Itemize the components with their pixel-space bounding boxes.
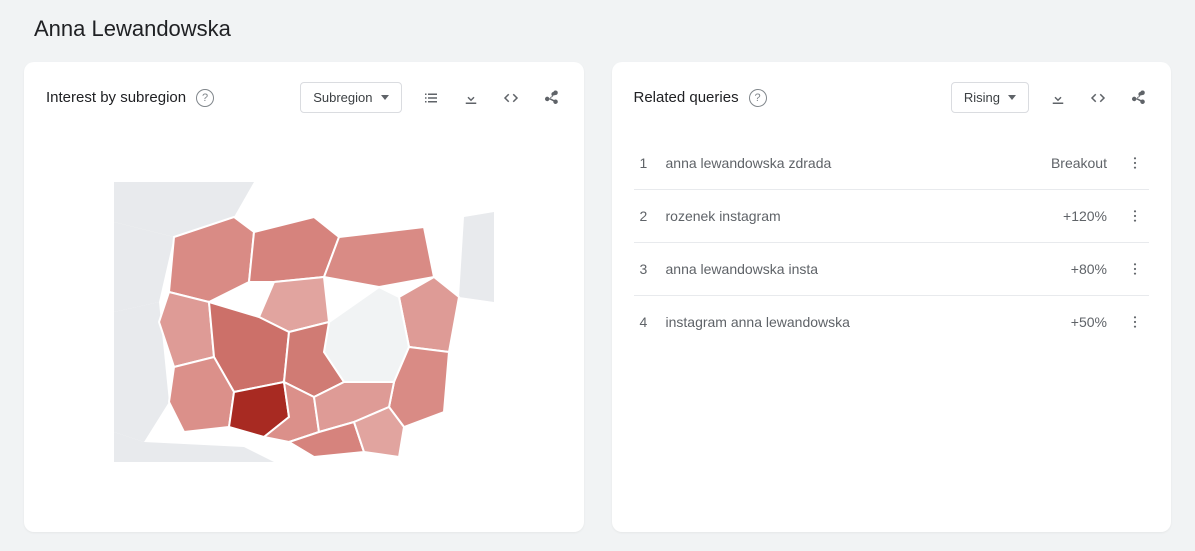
query-value: Breakout <box>1051 155 1107 171</box>
query-row[interactable]: 2 rozenek instagram +120% <box>634 190 1150 243</box>
share-icon[interactable] <box>1127 87 1149 109</box>
query-rank: 2 <box>640 208 652 224</box>
query-rank: 4 <box>640 314 652 330</box>
subregion-dropdown[interactable]: Subregion <box>300 82 401 113</box>
query-row[interactable]: 3 anna lewandowska insta +80% <box>634 243 1150 296</box>
query-row[interactable]: 1 anna lewandowska zdrada Breakout <box>634 137 1150 190</box>
more-options-icon[interactable] <box>1127 261 1143 277</box>
subregion-card-title: Interest by subregion <box>46 89 186 106</box>
page-title: Anna Lewandowska <box>34 16 1171 42</box>
interest-by-subregion-card: Interest by subregion ? Subregion <box>24 62 584 532</box>
query-text: anna lewandowska zdrada <box>666 155 1037 171</box>
query-text: instagram anna lewandowska <box>666 314 1057 330</box>
embed-icon[interactable] <box>500 87 522 109</box>
related-queries-title: Related queries <box>634 89 739 106</box>
help-icon[interactable]: ? <box>196 89 214 107</box>
more-options-icon[interactable] <box>1127 155 1143 171</box>
query-value: +50% <box>1071 314 1107 330</box>
subregion-map[interactable] <box>46 137 562 507</box>
more-options-icon[interactable] <box>1127 314 1143 330</box>
query-text: anna lewandowska insta <box>666 261 1057 277</box>
rising-dropdown[interactable]: Rising <box>951 82 1029 113</box>
query-text: rozenek instagram <box>666 208 1050 224</box>
query-row[interactable]: 4 instagram anna lewandowska +50% <box>634 296 1150 348</box>
query-value: +80% <box>1071 261 1107 277</box>
share-icon[interactable] <box>540 87 562 109</box>
query-rank: 1 <box>640 155 652 171</box>
related-queries-card: Related queries ? Rising <box>612 62 1172 532</box>
caret-down-icon <box>1008 95 1016 100</box>
list-view-icon[interactable] <box>420 87 442 109</box>
embed-icon[interactable] <box>1087 87 1109 109</box>
query-value: +120% <box>1063 208 1107 224</box>
rising-dropdown-label: Rising <box>964 90 1000 105</box>
subregion-dropdown-label: Subregion <box>313 90 372 105</box>
download-icon[interactable] <box>1047 87 1069 109</box>
help-icon[interactable]: ? <box>749 89 767 107</box>
caret-down-icon <box>381 95 389 100</box>
related-queries-list: 1 anna lewandowska zdrada Breakout 2 roz… <box>634 137 1150 348</box>
query-rank: 3 <box>640 261 652 277</box>
download-icon[interactable] <box>460 87 482 109</box>
more-options-icon[interactable] <box>1127 208 1143 224</box>
region-warminsko-mazurskie[interactable] <box>324 227 434 287</box>
